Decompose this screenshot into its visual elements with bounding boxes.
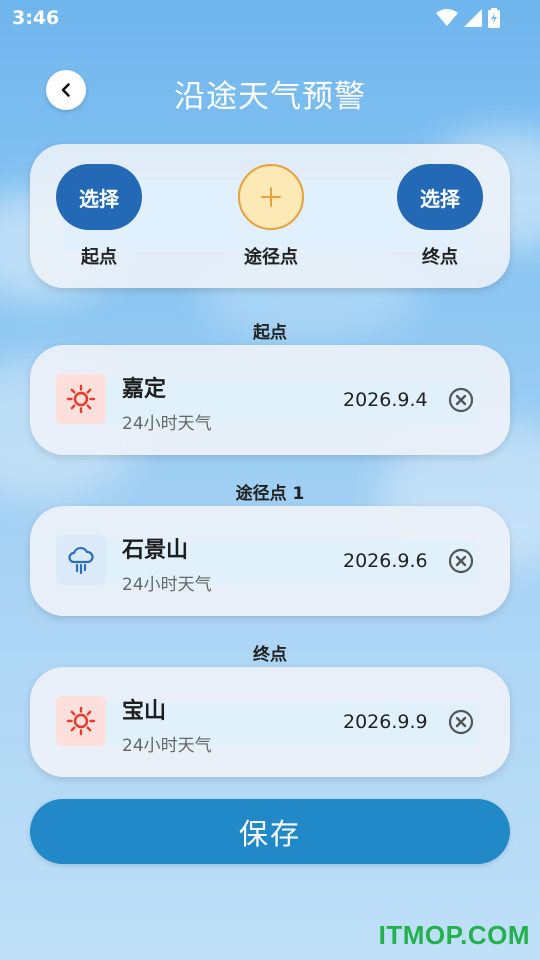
close-circle-icon [448,387,474,413]
start-label: 起点 [81,247,117,268]
signal-icon [464,9,482,27]
close-circle-icon [448,709,474,735]
battery-icon [488,8,500,28]
status-bar: 3:46 [0,0,540,36]
point-card-waypoint-1[interactable]: 石景山 24小时天气 2026.9.6 [30,506,510,616]
point-name: 嘉定 [122,377,167,402]
point-subtitle: 24小时天气 [122,736,212,756]
save-button[interactable]: 保存 [30,799,510,864]
weather-icon-box [56,535,106,585]
sun-icon [66,384,96,414]
select-end-button[interactable]: 选择 [397,164,483,230]
watermark: ITMOP.COM [378,920,530,950]
section-title-start: 起点 [253,323,287,343]
point-name: 宝山 [122,699,167,724]
end-label: 终点 [422,247,458,268]
point-subtitle: 24小时天气 [122,575,212,595]
status-time: 3:46 [12,7,60,29]
route-selector-card: 选择 选择 起点 途径点 终点 [30,144,510,288]
section-title-waypoint: 途径点 1 [235,484,305,504]
point-date: 2026.9.9 [343,711,428,733]
page-title: 沿途天气预警 [174,79,366,115]
weather-icon-box [56,374,106,424]
close-circle-icon [448,548,474,574]
weather-icon-box [56,696,106,746]
point-subtitle: 24小时天气 [122,414,212,434]
point-card-end[interactable]: 宝山 24小时天气 2026.9.9 [30,667,510,777]
remove-point-button[interactable] [448,709,474,735]
cloud-rain-icon [68,546,94,575]
point-date: 2026.9.6 [343,550,428,572]
point-date: 2026.9.4 [343,389,428,411]
add-waypoint-button[interactable] [238,164,304,230]
waypoint-label: 途径点 [244,247,298,268]
select-start-button[interactable]: 选择 [56,164,142,230]
section-title-end: 终点 [253,645,287,665]
point-card-start[interactable]: 嘉定 24小时天气 2026.9.4 [30,345,510,455]
remove-point-button[interactable] [448,548,474,574]
remove-point-button[interactable] [448,387,474,413]
plus-icon [261,187,281,207]
wifi-icon [436,9,458,26]
sun-icon [66,706,96,736]
point-name: 石景山 [122,538,189,563]
